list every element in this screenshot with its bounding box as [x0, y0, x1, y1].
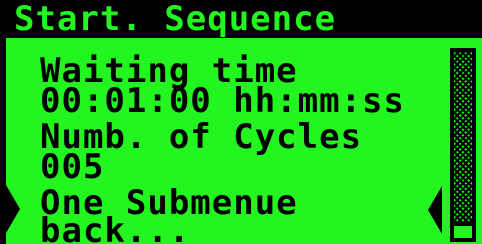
menu-item-waiting-time-value[interactable]: 00:01:00 hh:mm:ss: [40, 84, 405, 118]
title-bar: Start. Sequence: [0, 0, 482, 38]
scrollbar-track[interactable]: [450, 48, 476, 238]
selection-cursor-left-icon: [6, 185, 20, 233]
selection-cursor-right-icon: [428, 186, 442, 234]
menu-item-submenu-value[interactable]: back...: [40, 214, 190, 244]
menu-item-cycles-value[interactable]: 005: [40, 150, 104, 184]
screen-title: Start. Sequence: [14, 0, 337, 39]
lcd-screen: Start. Sequence Waiting time 00:01:00 hh…: [0, 0, 482, 244]
scrollbar-thumb[interactable]: [450, 222, 476, 242]
